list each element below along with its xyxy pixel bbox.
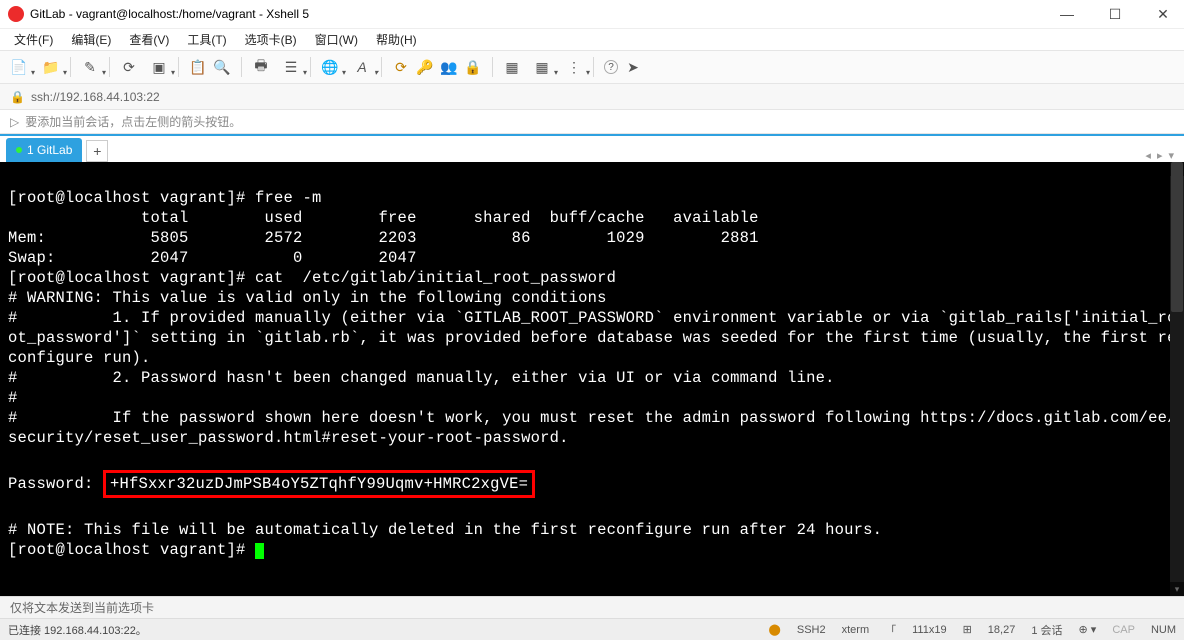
close-button[interactable]: ✕ bbox=[1148, 4, 1178, 24]
layout3-icon[interactable]: ⋮ bbox=[565, 58, 583, 76]
app-icon bbox=[8, 6, 24, 22]
layout1-icon[interactable]: ▦ bbox=[503, 58, 521, 76]
tab-nav: ◂ ▸ ▾ bbox=[1145, 149, 1178, 162]
terminal-line: Mem: 5805 2572 2203 86 1029 2881 bbox=[8, 229, 759, 247]
menu-window[interactable]: 窗口(W) bbox=[311, 29, 362, 50]
menu-edit[interactable]: 编辑(E) bbox=[67, 29, 115, 50]
terminal-line: # 2. Password hasn't been changed manual… bbox=[8, 369, 835, 387]
reconnect-icon[interactable]: ⟳ bbox=[120, 58, 138, 76]
color-icon[interactable]: ⟳ bbox=[392, 58, 410, 76]
arrow-icon[interactable]: ➤ bbox=[624, 58, 642, 76]
status-num: NUM bbox=[1151, 624, 1176, 636]
separator bbox=[492, 57, 493, 77]
terminal-area: [root@localhost vagrant]# free -m total … bbox=[0, 162, 1184, 596]
status-dot-icon bbox=[16, 147, 22, 153]
key-icon[interactable]: 🔑 bbox=[416, 58, 434, 76]
status-more-icon[interactable]: ⊕ ▾ bbox=[1079, 623, 1097, 636]
printer-icon[interactable]: 🖶 bbox=[252, 58, 270, 76]
separator bbox=[178, 57, 179, 77]
separator bbox=[381, 57, 382, 77]
terminal-line: total used free shared buff/cache availa… bbox=[8, 209, 759, 227]
send-mode-text: 仅将文本发送到当前选项卡 bbox=[10, 599, 154, 616]
menu-tabs[interactable]: 选项卡(B) bbox=[241, 29, 301, 50]
lock-icon: 🔒 bbox=[10, 90, 25, 104]
ssh-icon: ⬤ bbox=[769, 623, 781, 636]
status-sessions: 1 会话 bbox=[1031, 622, 1062, 638]
separator bbox=[241, 57, 242, 77]
scrollbar[interactable]: ▴ ▾ bbox=[1170, 162, 1184, 596]
status-bar-upper: 仅将文本发送到当前选项卡 bbox=[0, 596, 1184, 618]
terminal[interactable]: [root@localhost vagrant]# free -m total … bbox=[0, 162, 1184, 596]
separator bbox=[593, 57, 594, 77]
tab-label: 1 GitLab bbox=[27, 143, 72, 157]
title-bar: GitLab - vagrant@localhost:/home/vagrant… bbox=[0, 0, 1184, 28]
tab-gitlab[interactable]: 1 GitLab bbox=[6, 138, 82, 162]
password-highlight: +HfSxxr32uzDJmPSB4oY5ZTqhfY99Uqmv+HMRC2x… bbox=[103, 470, 535, 498]
status-term: xterm bbox=[842, 624, 870, 636]
menu-file[interactable]: 文件(F) bbox=[10, 29, 57, 50]
tab-menu-icon[interactable]: ▾ bbox=[1168, 149, 1174, 162]
tab-next-icon[interactable]: ▸ bbox=[1157, 149, 1163, 162]
font-icon[interactable]: A bbox=[353, 58, 371, 76]
status-size: 111x19 bbox=[912, 624, 946, 636]
menu-tools[interactable]: 工具(T) bbox=[183, 29, 230, 50]
terminal-line: # 1. If provided manually (either via `G… bbox=[8, 309, 1177, 367]
settings-icon[interactable]: ▣ bbox=[150, 58, 168, 76]
address-bar: 🔒 ssh://192.168.44.103:22 bbox=[0, 84, 1184, 110]
terminal-line: [root@localhost vagrant]# free -m bbox=[8, 189, 322, 207]
hint-text: 要添加当前会话，点击左侧的箭头按钮。 bbox=[25, 113, 241, 130]
lock-icon[interactable]: 🔒 bbox=[464, 58, 482, 76]
terminal-line: [root@localhost vagrant]# cat /etc/gitla… bbox=[8, 269, 616, 287]
menu-view[interactable]: 查看(V) bbox=[125, 29, 173, 50]
add-tab-button[interactable]: + bbox=[86, 140, 108, 162]
layout2-icon[interactable]: ▦ bbox=[533, 58, 551, 76]
maximize-button[interactable]: ☐ bbox=[1100, 4, 1130, 24]
toolbar: 📄 📁 ✎ ⟳ ▣ 📋 🔍 🖶 ☰ 🌐 A ⟳ 🔑 👥 🔒 ▦ ▦ ⋮ ? ➤ bbox=[0, 50, 1184, 84]
terminal-line: # bbox=[8, 389, 18, 407]
terminal-line: Swap: 2047 0 2047 bbox=[8, 249, 417, 267]
edit-icon[interactable]: ✎ bbox=[81, 58, 99, 76]
address-url[interactable]: ssh://192.168.44.103:22 bbox=[31, 90, 160, 104]
status-fields: ⬤ SSH2 xterm 「 111x19 ⊞ 18,27 1 会话 ⊕ ▾ C… bbox=[769, 622, 1176, 638]
separator bbox=[310, 57, 311, 77]
hint-bar: ▷ 要添加当前会话，点击左侧的箭头按钮。 bbox=[0, 110, 1184, 134]
window-title: GitLab - vagrant@localhost:/home/vagrant… bbox=[30, 7, 1052, 21]
status-caps: CAP bbox=[1112, 624, 1135, 636]
menu-bar: 文件(F) 编辑(E) 查看(V) 工具(T) 选项卡(B) 窗口(W) 帮助(… bbox=[0, 28, 1184, 50]
status-connected: 已连接 192.168.44.103:22。 bbox=[8, 622, 147, 638]
status-pos: 18,27 bbox=[988, 624, 1016, 636]
new-session-icon[interactable]: 📄 bbox=[10, 58, 28, 76]
password-label: Password: bbox=[8, 475, 103, 493]
separator bbox=[109, 57, 110, 77]
encoding-icon[interactable]: 🌐 bbox=[321, 58, 339, 76]
search-icon[interactable]: 🔍 bbox=[213, 58, 231, 76]
properties-icon[interactable]: ☰ bbox=[282, 58, 300, 76]
users-icon[interactable]: 👥 bbox=[440, 58, 458, 76]
status-pos-icon: ⊞ bbox=[963, 623, 972, 636]
password-value: +HfSxxr32uzDJmPSB4oY5ZTqhfY99Uqmv+HMRC2x… bbox=[110, 475, 528, 493]
status-proto: SSH2 bbox=[797, 624, 826, 636]
tab-strip: 1 GitLab + ◂ ▸ ▾ bbox=[0, 134, 1184, 162]
cursor-icon bbox=[255, 543, 264, 559]
copy-icon[interactable]: 📋 bbox=[189, 58, 207, 76]
tab-prev-icon[interactable]: ◂ bbox=[1145, 149, 1151, 162]
terminal-prompt: [root@localhost vagrant]# bbox=[8, 541, 255, 559]
terminal-line: # WARNING: This value is valid only in t… bbox=[8, 289, 607, 307]
terminal-line: # If the password shown here doesn't wor… bbox=[8, 409, 1177, 447]
add-session-icon[interactable]: ▷ bbox=[10, 115, 19, 129]
scroll-thumb[interactable] bbox=[1171, 162, 1183, 312]
terminal-line: # NOTE: This file will be automatically … bbox=[8, 521, 882, 539]
minimize-button[interactable]: — bbox=[1052, 4, 1082, 24]
status-size-label: 「 bbox=[885, 622, 896, 638]
window-buttons: — ☐ ✕ bbox=[1052, 4, 1178, 24]
scroll-down-icon[interactable]: ▾ bbox=[1170, 582, 1184, 596]
new-folder-icon[interactable]: 📁 bbox=[42, 58, 60, 76]
help-icon[interactable]: ? bbox=[604, 60, 618, 74]
separator bbox=[70, 57, 71, 77]
menu-help[interactable]: 帮助(H) bbox=[372, 29, 421, 50]
status-bar-lower: 已连接 192.168.44.103:22。 ⬤ SSH2 xterm 「 11… bbox=[0, 618, 1184, 640]
